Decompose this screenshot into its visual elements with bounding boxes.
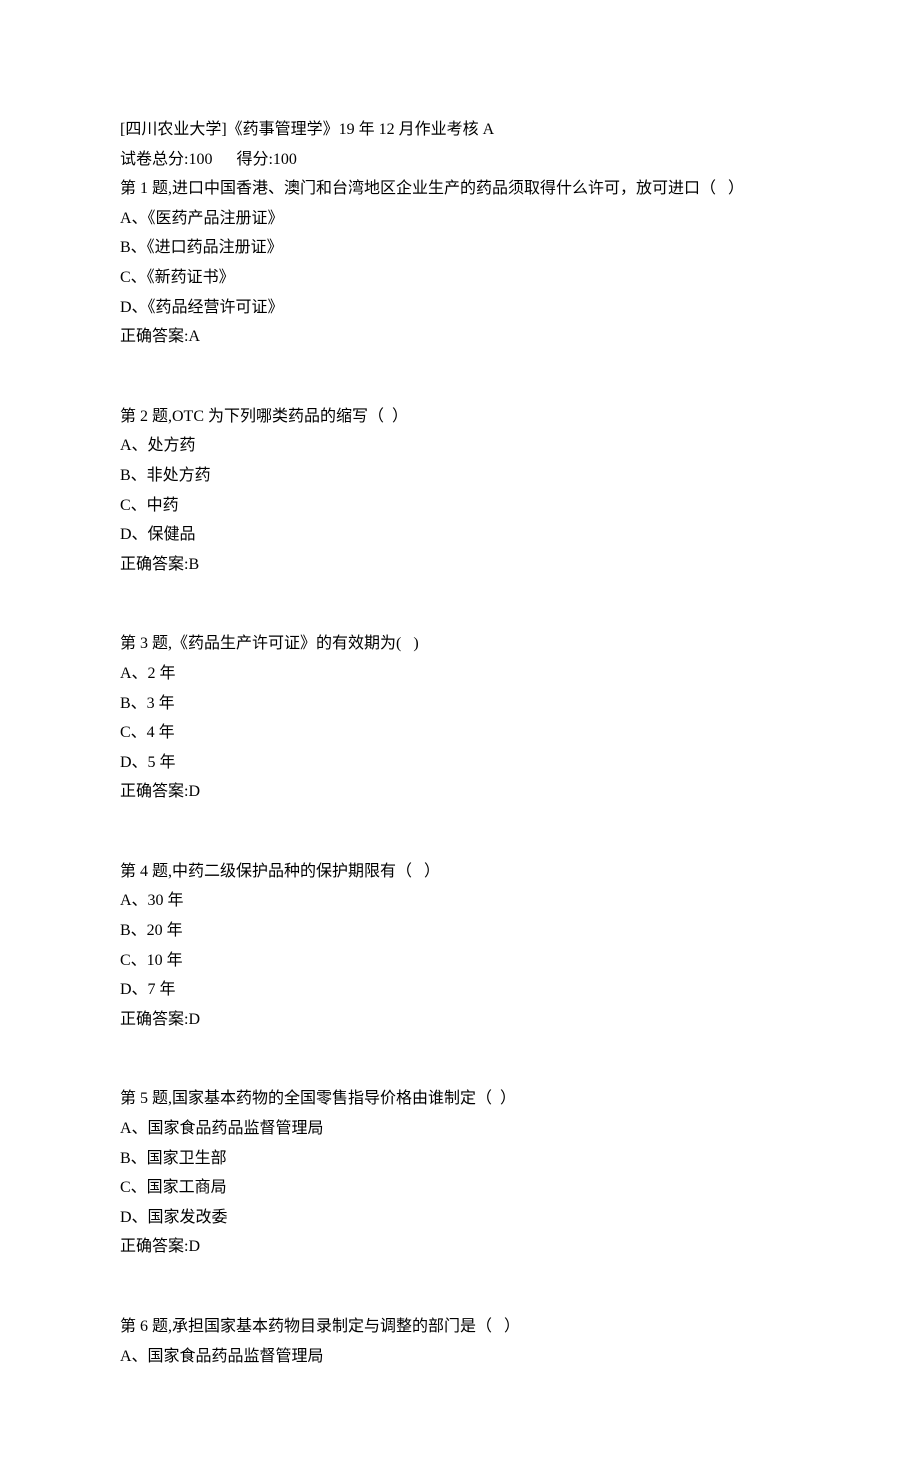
question-label: 第 4 题,中药二级保护品种的保护期限有（ ） [120, 857, 800, 887]
option-a: A、国家食品药品监督管理局 [120, 1114, 800, 1144]
option-b: B、《进口药品注册证》 [120, 233, 800, 263]
answer: 正确答案:A [120, 322, 800, 352]
option-c: C、10 年 [120, 946, 800, 976]
exam-title: [四川农业大学]《药事管理学》19 年 12 月作业考核 A [120, 115, 800, 145]
question-label: 第 2 题,OTC 为下列哪类药品的缩写（ ） [120, 402, 800, 432]
answer: 正确答案:B [120, 550, 800, 580]
option-d: D、《药品经营许可证》 [120, 293, 800, 323]
option-d: D、国家发改委 [120, 1203, 800, 1233]
total-score: 试卷总分:100 [120, 151, 212, 168]
question-4: 第 4 题,中药二级保护品种的保护期限有（ ） A、30 年 B、20 年 C、… [120, 857, 800, 1035]
question-6: 第 6 题,承担国家基本药物目录制定与调整的部门是（ ） A、国家食品药品监督管… [120, 1312, 800, 1371]
option-b: B、国家卫生部 [120, 1144, 800, 1174]
got-score: 得分:100 [236, 151, 296, 168]
question-label: 第 6 题,承担国家基本药物目录制定与调整的部门是（ ） [120, 1312, 800, 1342]
option-d: D、5 年 [120, 748, 800, 778]
option-a: A、30 年 [120, 886, 800, 916]
question-3: 第 3 题,《药品生产许可证》的有效期为( ) A、2 年 B、3 年 C、4 … [120, 629, 800, 807]
answer: 正确答案:D [120, 1005, 800, 1035]
score-line: 试卷总分:100 得分:100 [120, 145, 800, 175]
question-1: 第 1 题,进口中国香港、澳门和台湾地区企业生产的药品须取得什么许可，放可进口（… [120, 174, 800, 352]
question-2: 第 2 题,OTC 为下列哪类药品的缩写（ ） A、处方药 B、非处方药 C、中… [120, 402, 800, 580]
option-b: B、3 年 [120, 689, 800, 719]
option-c: C、中药 [120, 491, 800, 521]
option-b: B、20 年 [120, 916, 800, 946]
answer: 正确答案:D [120, 777, 800, 807]
option-c: C、《新药证书》 [120, 263, 800, 293]
question-label: 第 3 题,《药品生产许可证》的有效期为( ) [120, 629, 800, 659]
question-label: 第 5 题,国家基本药物的全国零售指导价格由谁制定（ ） [120, 1084, 800, 1114]
option-c: C、国家工商局 [120, 1173, 800, 1203]
option-a: A、2 年 [120, 659, 800, 689]
option-c: C、4 年 [120, 718, 800, 748]
option-d: D、7 年 [120, 975, 800, 1005]
option-a: A、《医药产品注册证》 [120, 204, 800, 234]
question-label: 第 1 题,进口中国香港、澳门和台湾地区企业生产的药品须取得什么许可，放可进口（… [120, 174, 800, 204]
question-5: 第 5 题,国家基本药物的全国零售指导价格由谁制定（ ） A、国家食品药品监督管… [120, 1084, 800, 1262]
option-a: A、处方药 [120, 431, 800, 461]
answer: 正确答案:D [120, 1232, 800, 1262]
option-a: A、国家食品药品监督管理局 [120, 1342, 800, 1372]
option-b: B、非处方药 [120, 461, 800, 491]
option-d: D、保健品 [120, 520, 800, 550]
